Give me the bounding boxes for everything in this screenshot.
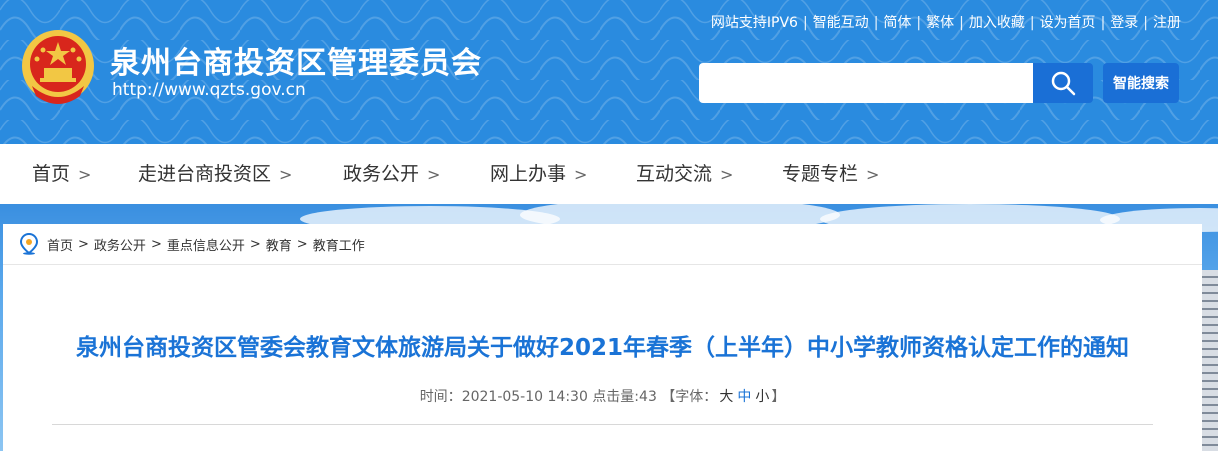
breadcrumb-education[interactable]: 教育 [266, 235, 292, 254]
chevron-right-icon: > [866, 165, 880, 184]
search-icon [1051, 71, 1076, 96]
nav-label: 走进台商投资区 [138, 163, 272, 185]
time-label: 时间： [419, 389, 462, 405]
breadcrumb-gov-affairs[interactable]: 政务公开 [94, 235, 146, 254]
nav-item-interaction[interactable]: 互动交流 > [636, 144, 733, 204]
breadcrumb-separator: > [249, 236, 261, 252]
breadcrumb-separator: > [78, 236, 89, 252]
nav-label: 互动交流 [636, 163, 713, 185]
hits-count: 43 [639, 389, 657, 405]
breadcrumb-separator: > [296, 236, 308, 252]
main-nav: 首页 > 走进台商投资区 > 政务公开 > 网上办事 > 互动交流 > 专题专栏 > [0, 144, 1218, 204]
publish-time: 2021-05-10 14:30 [461, 389, 588, 405]
chevron-right-icon: > [279, 165, 293, 184]
article-meta: 时间：2021-05-10 14:30 点击量:43 【字体：大中小】 [3, 386, 1202, 406]
breadcrumb-separator: > [150, 236, 162, 252]
nav-item-gov-affairs[interactable]: 政务公开 > [343, 144, 440, 204]
search-button[interactable] [1033, 63, 1093, 103]
nav-label: 网上办事 [490, 163, 567, 185]
article-title: 泉州台商投资区管委会教育文体旅游局关于做好2021年春季（上半年）中小学教师资格… [75, 335, 1129, 361]
content-panel: 首页 > 政务公开 > 重点信息公开 > 教育 > 教育工作 泉州台商投资区管委… [3, 224, 1202, 464]
font-size-medium-button[interactable]: 中 [737, 389, 751, 405]
location-pin-icon [19, 233, 39, 255]
hits-label: 点击量: [592, 389, 640, 405]
divider [3, 264, 1202, 265]
top-link-ipv6[interactable]: 网站支持IPV6 [711, 15, 798, 31]
breadcrumb-key-info[interactable]: 重点信息公开 [167, 235, 245, 254]
font-size-label-open: 【字体： [661, 389, 718, 405]
top-link-homepage[interactable]: 设为首页 [1040, 15, 1096, 31]
top-links: 网站支持IPV6 | 智能互动 | 简体 | 繁体 | 加入收藏 | 设为首页 | 登录 | 注册 [710, 15, 1181, 31]
breadcrumb: 首页 > 政务公开 > 重点信息公开 > 教育 > 教育工作 [19, 233, 365, 255]
nav-label: 首页 [32, 163, 71, 185]
font-size-small-button[interactable]: 小 [755, 389, 769, 405]
search-input[interactable] [699, 63, 1033, 103]
font-size-large-button[interactable]: 大 [719, 389, 733, 405]
nav-label: 专题专栏 [782, 163, 859, 185]
nav-item-online-services[interactable]: 网上办事 > [490, 144, 587, 204]
chevron-right-icon: > [720, 165, 734, 184]
nav-label: 政务公开 [343, 163, 420, 185]
site-url[interactable]: http://www.qzts.gov.cn [112, 80, 306, 100]
divider [52, 424, 1153, 425]
nav-item-home[interactable]: 首页 > [32, 144, 91, 204]
chevron-right-icon: > [427, 165, 441, 184]
top-link-register[interactable]: 注册 [1153, 15, 1181, 31]
chevron-right-icon: > [78, 165, 92, 184]
breadcrumb-home[interactable]: 首页 [47, 235, 73, 254]
breadcrumb-education-work[interactable]: 教育工作 [313, 235, 365, 254]
smart-search-button[interactable]: 智能搜索 [1103, 63, 1179, 103]
site-header: 泉州台商投资区管理委员会 http://www.qzts.gov.cn 网站支持… [0, 0, 1218, 144]
top-link-favorite[interactable]: 加入收藏 [969, 15, 1025, 31]
nav-item-special-topics[interactable]: 专题专栏 > [782, 144, 879, 204]
top-link-smart-interaction[interactable]: 智能互动 [813, 15, 869, 31]
building-image [1202, 270, 1218, 451]
chevron-right-icon: > [574, 165, 588, 184]
font-size-label-close: 】 [771, 389, 786, 405]
site-title[interactable]: 泉州台商投资区管理委员会 [110, 38, 482, 82]
national-emblem-icon [22, 30, 94, 104]
top-link-login[interactable]: 登录 [1110, 15, 1138, 31]
top-link-simplified[interactable]: 简体 [883, 15, 911, 31]
nav-item-about-zone[interactable]: 走进台商投资区 > [138, 144, 292, 204]
top-link-traditional[interactable]: 繁体 [926, 15, 954, 31]
